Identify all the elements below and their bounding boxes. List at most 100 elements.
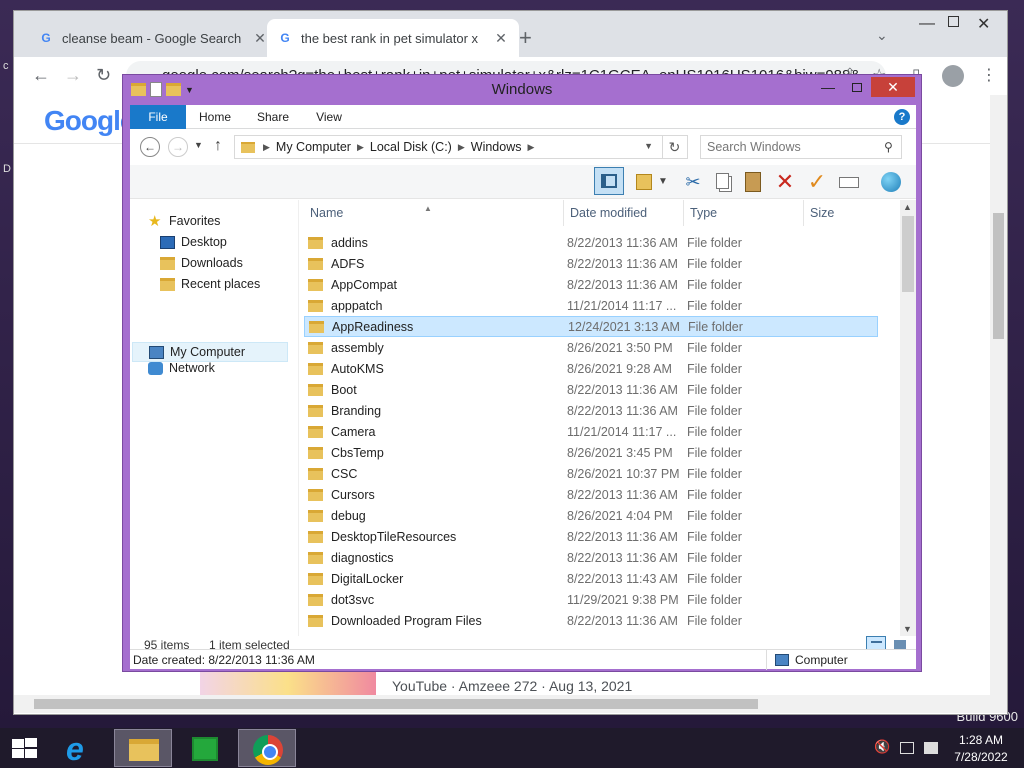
tab-home[interactable]: Home xyxy=(192,105,238,129)
nav-recent-places[interactable]: Recent places xyxy=(160,277,260,291)
recent-locations-chevron-icon[interactable]: ▼ xyxy=(194,140,203,150)
clock-date[interactable]: 7/28/2022 xyxy=(950,750,1012,764)
taskbar-internet-explorer[interactable]: e xyxy=(52,729,110,767)
forward-arrow-icon[interactable]: → xyxy=(64,65,82,86)
breadcrumb[interactable]: ▶ My Computer ▶ Local Disk (C:) ▶ Window… xyxy=(234,135,688,159)
scrollbar-thumb[interactable] xyxy=(902,216,914,292)
file-row[interactable]: ADFS 8/22/2013 11:36 AM File folder xyxy=(304,253,878,274)
file-row[interactable]: Boot 8/22/2013 11:36 AM File folder xyxy=(304,379,878,400)
taskbar-file-explorer[interactable] xyxy=(114,729,172,767)
breadcrumb-local-disk[interactable]: Local Disk (C:) xyxy=(370,140,452,154)
file-row[interactable]: CbsTemp 8/26/2021 3:45 PM File folder xyxy=(304,442,878,463)
file-row[interactable]: assembly 8/26/2021 3:50 PM File folder xyxy=(304,337,878,358)
checkmark-icon[interactable]: ✓ xyxy=(804,169,830,195)
refresh-icon[interactable]: ↻ xyxy=(662,135,686,159)
nav-desktop[interactable]: Desktop xyxy=(160,235,227,249)
browser-tab-pet-simulator[interactable]: G the best rank in pet simulator x ✕ xyxy=(267,19,519,57)
back-arrow-icon[interactable]: ← xyxy=(32,65,50,86)
tab-view[interactable]: View xyxy=(308,105,350,129)
file-row[interactable]: Camera 11/21/2014 11:17 ... File folder xyxy=(304,421,878,442)
clock-time[interactable]: 1:28 AM xyxy=(956,733,1006,747)
page-vertical-scrollbar[interactable] xyxy=(990,95,1007,695)
taskbar-store[interactable] xyxy=(176,729,234,767)
browser-tab-cleanse-beam[interactable]: G cleanse beam - Google Search ✕ xyxy=(28,19,278,57)
file-row[interactable]: Branding 8/22/2013 11:36 AM File folder xyxy=(304,400,878,421)
minimize-button[interactable]: — xyxy=(821,79,835,95)
network-icon xyxy=(148,361,163,375)
file-list-scrollbar[interactable]: ▲ ▼ xyxy=(900,200,916,636)
file-row[interactable]: debug 8/26/2021 4:04 PM File folder xyxy=(304,505,878,526)
paste-button[interactable] xyxy=(740,169,766,195)
chevron-right-icon[interactable]: ▶ xyxy=(357,142,364,153)
file-row[interactable]: DigitalLocker 8/22/2013 11:43 AM File fold… xyxy=(304,568,878,589)
minimize-button[interactable]: — xyxy=(919,15,935,33)
preview-pane-button[interactable] xyxy=(594,167,624,195)
globe-button[interactable] xyxy=(878,169,904,195)
address-history-chevron-icon[interactable]: ▼ xyxy=(644,141,653,151)
chevron-right-icon[interactable]: ▶ xyxy=(527,142,534,153)
tab-share[interactable]: Share xyxy=(248,105,298,129)
delete-icon[interactable]: ✕ xyxy=(772,169,798,195)
taskbar-chrome[interactable] xyxy=(238,729,296,767)
back-arrow-icon[interactable]: ← xyxy=(140,137,160,157)
file-row[interactable]: diagnostics 8/22/2013 11:36 AM File folder xyxy=(304,547,878,568)
cut-icon[interactable]: ✂ xyxy=(680,169,706,195)
scroll-down-icon[interactable]: ▼ xyxy=(903,624,912,634)
copy-button[interactable] xyxy=(710,169,736,195)
chevron-right-icon[interactable]: ▶ xyxy=(263,142,270,153)
maximize-button[interactable] xyxy=(948,16,959,27)
close-tab-icon[interactable]: ✕ xyxy=(493,30,509,47)
file-row[interactable]: DesktopTileResources 8/22/2013 11:36 AM Fi… xyxy=(304,526,878,547)
nav-downloads[interactable]: Downloads xyxy=(160,256,243,270)
page-horizontal-scrollbar[interactable] xyxy=(14,695,1007,713)
scrollbar-thumb[interactable] xyxy=(993,213,1004,339)
file-row[interactable]: dot3svc 11/29/2021 9:38 PM File folder xyxy=(304,589,878,610)
new-tab-button[interactable]: + xyxy=(519,25,532,51)
file-row[interactable]: AppCompat 8/22/2013 11:36 AM File folder xyxy=(304,274,878,295)
file-row[interactable]: Cursors 8/22/2013 11:36 AM File folder xyxy=(304,484,878,505)
column-header-type[interactable]: Type xyxy=(684,200,804,226)
file-row[interactable]: AppReadiness 12/24/2021 3:13 AM File folde… xyxy=(304,316,878,337)
tab-file[interactable]: File xyxy=(130,105,186,129)
breadcrumb-windows[interactable]: Windows xyxy=(471,140,522,154)
chevron-right-icon[interactable]: ▶ xyxy=(458,142,465,153)
profile-avatar[interactable] xyxy=(942,65,964,87)
scrollbar-thumb[interactable] xyxy=(34,699,758,709)
nav-favorites[interactable]: ★ Favorites xyxy=(148,214,220,229)
nav-network[interactable]: Network xyxy=(148,361,215,375)
reload-icon[interactable]: ↻ xyxy=(96,65,111,86)
file-row[interactable]: CSC 8/26/2021 10:37 PM File folder xyxy=(304,463,878,484)
rename-button[interactable] xyxy=(836,169,862,195)
action-center-flag-icon[interactable] xyxy=(924,742,938,754)
column-header-date-modified[interactable]: Date modified xyxy=(564,200,684,226)
chrome-menu-kebab-icon[interactable]: ⋮ xyxy=(981,65,997,85)
file-row[interactable]: Downloaded Program Files 8/22/2013 11:36 … xyxy=(304,610,878,631)
breadcrumb-my-computer[interactable]: My Computer xyxy=(276,140,351,154)
maximize-button[interactable] xyxy=(852,83,862,92)
pane-splitter[interactable] xyxy=(298,200,299,636)
forward-arrow-icon[interactable]: → xyxy=(168,137,188,157)
close-button[interactable]: ✕ xyxy=(871,77,915,97)
search-input[interactable]: Search Windows xyxy=(700,135,902,159)
video-thumbnail[interactable] xyxy=(200,671,376,695)
volume-muted-icon[interactable]: 🔇 xyxy=(874,739,890,754)
column-header-name[interactable]: Name ▲ xyxy=(304,200,564,226)
google-logo[interactable]: Google xyxy=(44,105,135,137)
up-arrow-icon[interactable]: ↑ xyxy=(214,137,222,155)
file-row[interactable]: AutoKMS 8/26/2021 9:28 AM File folder xyxy=(304,358,878,379)
column-header-size[interactable]: Size xyxy=(804,200,884,226)
scroll-up-icon[interactable]: ▲ xyxy=(903,202,912,212)
start-button[interactable] xyxy=(10,738,38,760)
search-icon[interactable]: ⚲ xyxy=(884,140,910,154)
properties-button[interactable] xyxy=(632,169,658,195)
tab-search-chevron-icon[interactable]: ⌄ xyxy=(876,27,888,44)
help-icon[interactable]: ? xyxy=(894,109,910,125)
nav-my-computer[interactable]: My Computer xyxy=(132,342,288,362)
file-row[interactable]: addins 8/22/2013 11:36 AM File folder xyxy=(304,232,878,253)
close-tab-icon[interactable]: ✕ xyxy=(252,30,268,47)
file-row[interactable]: apppatch 11/21/2014 11:17 ... File folder xyxy=(304,295,878,316)
network-tray-icon[interactable] xyxy=(900,742,914,754)
more-options-chevron-icon[interactable]: ▼ xyxy=(656,169,670,195)
close-window-button[interactable]: ✕ xyxy=(977,14,990,34)
explorer-titlebar[interactable]: ▼ Windows — ✕ xyxy=(123,75,921,105)
